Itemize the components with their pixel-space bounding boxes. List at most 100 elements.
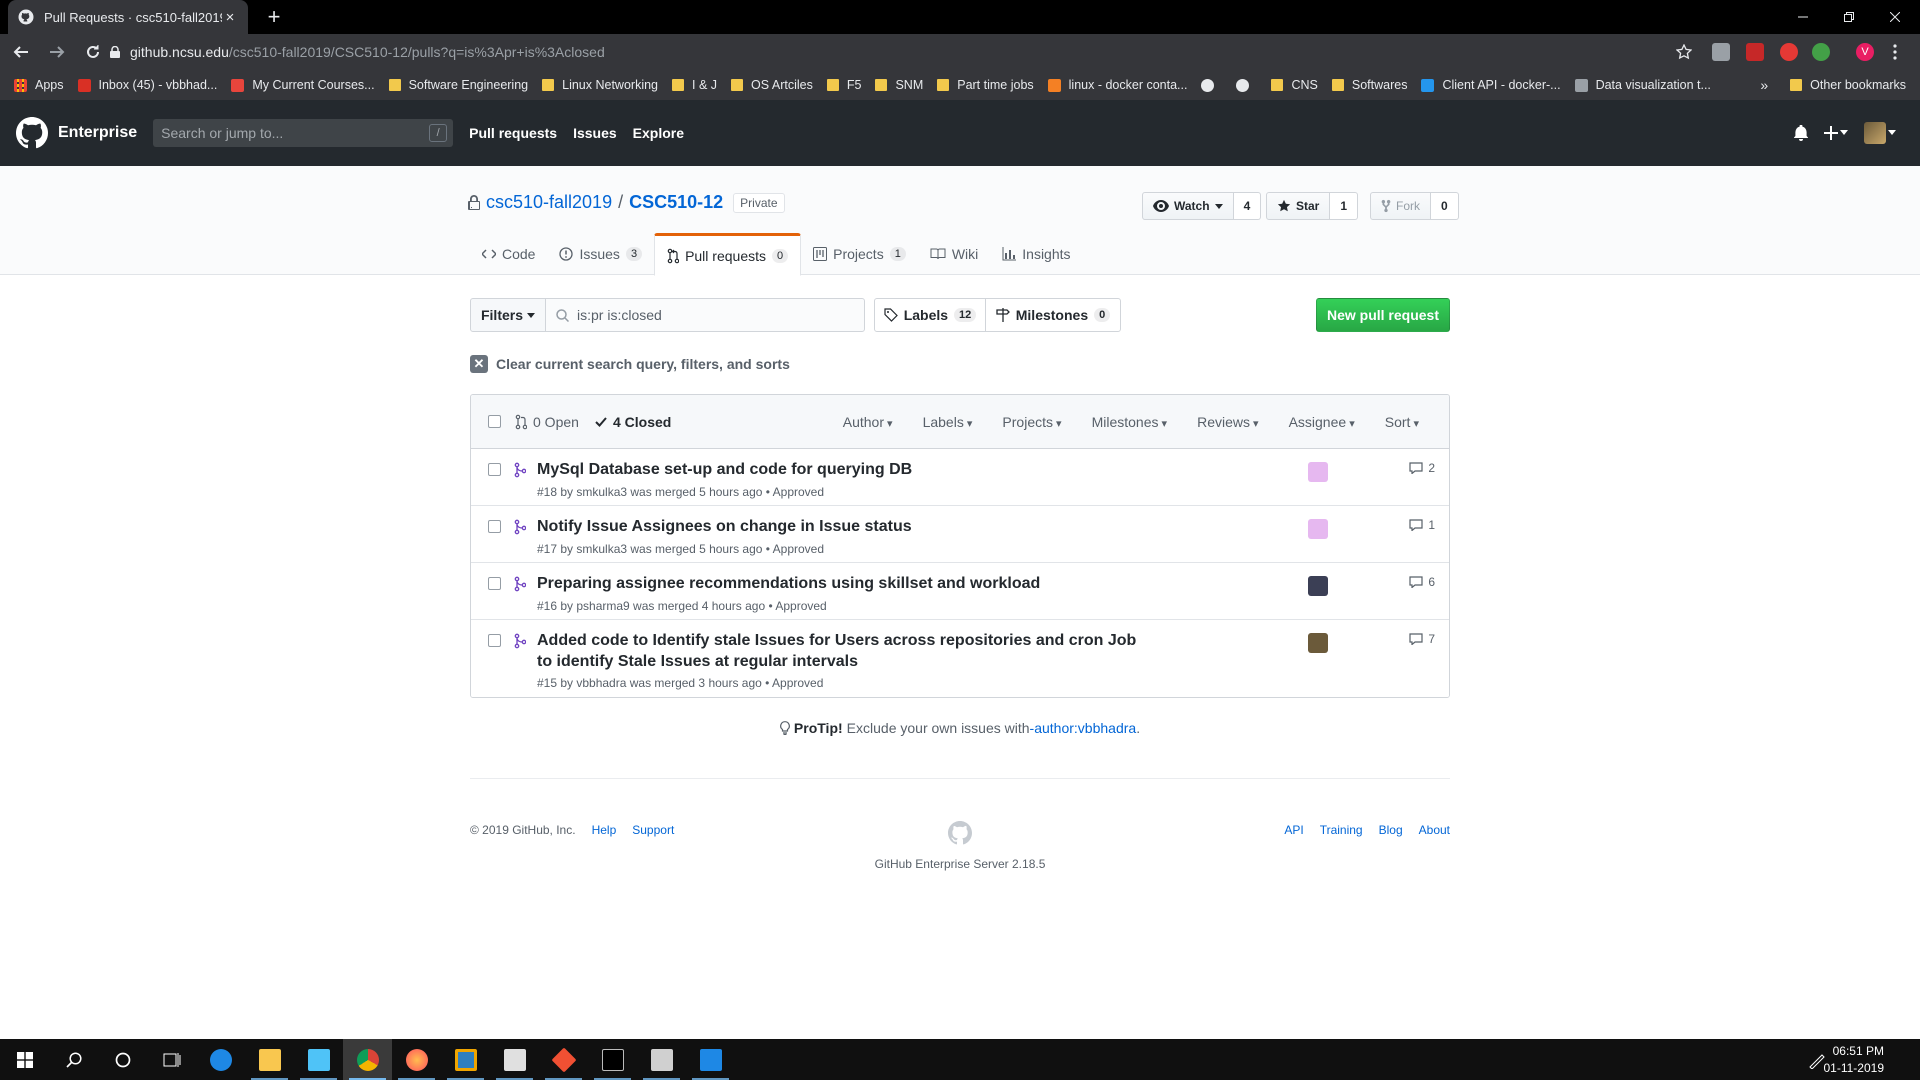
- extension-shield-icon[interactable]: [1780, 43, 1798, 61]
- issues-search-input[interactable]: is:pr is:closed: [545, 298, 865, 332]
- bookmark-star-icon[interactable]: [1676, 44, 1692, 60]
- bookmark-item[interactable]: SNM: [875, 78, 923, 92]
- other-bookmarks[interactable]: Other bookmarks: [1790, 78, 1906, 92]
- browser-tab-active[interactable]: Pull Requests · csc510-fall2019/C ×: [8, 0, 248, 34]
- bookmark-item[interactable]: Part time jobs: [937, 78, 1034, 92]
- open-state-link[interactable]: 0 Open: [515, 414, 579, 430]
- assignee-avatar[interactable]: [1308, 576, 1328, 596]
- taskbar-l-app[interactable]: [294, 1039, 343, 1080]
- new-tab-button[interactable]: +: [260, 0, 288, 34]
- minimize-button[interactable]: [1780, 0, 1826, 34]
- taskbar-firefox[interactable]: [392, 1039, 441, 1080]
- footer-help-link[interactable]: Help: [592, 823, 617, 837]
- back-button[interactable]: [6, 37, 36, 67]
- tab-pull-requests[interactable]: Pull requests 0: [654, 233, 802, 276]
- bookmark-item[interactable]: Linux Networking: [542, 78, 658, 92]
- taskbar-app-window[interactable]: [490, 1039, 539, 1080]
- comments-link[interactable]: 1: [1409, 518, 1435, 532]
- projects-menu[interactable]: Projects: [1002, 414, 1061, 430]
- github-mark-icon[interactable]: [948, 821, 972, 845]
- bookmark-item[interactable]: F5: [826, 78, 861, 92]
- row-checkbox[interactable]: [488, 520, 501, 533]
- milestones-button[interactable]: Milestones 0: [985, 298, 1121, 332]
- nav-explore[interactable]: Explore: [633, 125, 684, 141]
- pull-request-row[interactable]: Added code to Identify stale Issues for …: [471, 620, 1449, 697]
- fork-button[interactable]: Fork: [1370, 192, 1431, 220]
- taskbar-app-window-2[interactable]: [637, 1039, 686, 1080]
- tab-wiki[interactable]: Wiki: [918, 233, 990, 275]
- assignee-menu[interactable]: Assignee: [1289, 414, 1355, 430]
- watch-button[interactable]: Watch: [1142, 192, 1234, 220]
- start-button[interactable]: [0, 1039, 49, 1080]
- reviews-menu[interactable]: Reviews: [1197, 414, 1258, 430]
- taskbar-terminal[interactable]: [588, 1039, 637, 1080]
- footer-support-link[interactable]: Support: [632, 823, 674, 837]
- comments-link[interactable]: 2: [1409, 461, 1435, 475]
- task-view-button[interactable]: [147, 1039, 196, 1080]
- tab-insights[interactable]: Insights: [990, 233, 1082, 275]
- extension-check-icon[interactable]: [1812, 43, 1830, 61]
- notification-bell-icon[interactable]: [1794, 125, 1808, 141]
- tab-close-button[interactable]: ×: [222, 9, 238, 26]
- bookmark-item[interactable]: CNS: [1271, 78, 1318, 92]
- search-button[interactable]: [49, 1039, 98, 1080]
- clear-query-link[interactable]: ✕ Clear current search query, filters, a…: [470, 355, 790, 373]
- bookmarks-more-button[interactable]: »: [1760, 77, 1768, 93]
- create-new-menu[interactable]: [1824, 126, 1848, 140]
- forward-button[interactable]: [42, 37, 72, 67]
- footer-about-link[interactable]: About: [1419, 823, 1450, 837]
- extension-reader-icon[interactable]: [1712, 43, 1730, 61]
- nav-pull-requests[interactable]: Pull requests: [469, 125, 557, 141]
- bookmark-item[interactable]: OS Artciles: [731, 78, 813, 92]
- taskbar-edge[interactable]: [196, 1039, 245, 1080]
- row-checkbox[interactable]: [488, 463, 501, 476]
- pr-title-link[interactable]: Added code to Identify stale Issues for …: [537, 630, 1137, 672]
- fork-count[interactable]: 0: [1431, 192, 1459, 220]
- select-all-checkbox[interactable]: [488, 415, 501, 428]
- bookmark-item[interactable]: Data visualization t...: [1574, 78, 1711, 92]
- close-window-button[interactable]: [1872, 0, 1918, 34]
- bookmark-item[interactable]: Softwares: [1331, 78, 1407, 92]
- bookmark-item[interactable]: My Current Courses...: [231, 78, 375, 92]
- filters-dropdown[interactable]: Filters: [470, 298, 546, 332]
- milestones-menu[interactable]: Milestones: [1092, 414, 1168, 430]
- bookmark-item[interactable]: [1236, 78, 1257, 92]
- row-checkbox[interactable]: [488, 634, 501, 647]
- extension-pdf-icon[interactable]: [1746, 43, 1764, 61]
- bookmark-item[interactable]: linux - docker conta...: [1047, 78, 1187, 92]
- tab-issues[interactable]: Issues 3: [547, 233, 654, 275]
- tab-projects[interactable]: Projects 1: [801, 233, 918, 275]
- star-button[interactable]: Star: [1266, 192, 1331, 220]
- pull-request-row[interactable]: MySql Database set-up and code for query…: [471, 449, 1449, 506]
- star-count[interactable]: 1: [1330, 192, 1359, 220]
- taskbar-file-explorer[interactable]: [245, 1039, 294, 1080]
- pr-title-link[interactable]: MySql Database set-up and code for query…: [537, 459, 1137, 480]
- bookmark-item[interactable]: I & J: [672, 78, 717, 92]
- comments-link[interactable]: 6: [1409, 575, 1435, 589]
- system-clock[interactable]: 06:51 PM 01-11-2019: [1824, 1039, 1885, 1080]
- taskbar-git[interactable]: [539, 1039, 588, 1080]
- profile-avatar[interactable]: V: [1856, 43, 1874, 61]
- assignee-avatar[interactable]: [1308, 633, 1328, 653]
- author-menu[interactable]: Author: [843, 414, 893, 430]
- global-search-input[interactable]: Search or jump to... /: [153, 119, 454, 147]
- taskbar-virtualbox[interactable]: [441, 1039, 490, 1080]
- tab-code[interactable]: Code: [470, 233, 547, 275]
- sort-menu[interactable]: Sort: [1385, 414, 1419, 430]
- bookmark-item[interactable]: Software Engineering: [388, 78, 528, 92]
- bookmark-item[interactable]: Client API - docker-...: [1421, 78, 1561, 92]
- repo-name-link[interactable]: CSC510-12: [629, 192, 723, 213]
- pr-title-link[interactable]: Preparing assignee recommendations using…: [537, 573, 1137, 594]
- watch-count[interactable]: 4: [1233, 192, 1262, 220]
- footer-training-link[interactable]: Training: [1320, 823, 1363, 837]
- labels-button[interactable]: Labels 12: [874, 298, 986, 332]
- bookmark-item[interactable]: [1201, 78, 1222, 92]
- bookmark-item[interactable]: Inbox (45) - vbbhad...: [77, 78, 217, 92]
- repo-owner-link[interactable]: csc510-fall2019: [486, 192, 612, 213]
- bookmark-item[interactable]: Apps: [14, 78, 64, 92]
- assignee-avatar[interactable]: [1308, 519, 1328, 539]
- row-checkbox[interactable]: [488, 577, 501, 590]
- protip-author-link[interactable]: -author:vbbhadra: [1030, 720, 1137, 736]
- reload-button[interactable]: [78, 37, 108, 67]
- closed-state-link[interactable]: 4 Closed: [595, 414, 671, 430]
